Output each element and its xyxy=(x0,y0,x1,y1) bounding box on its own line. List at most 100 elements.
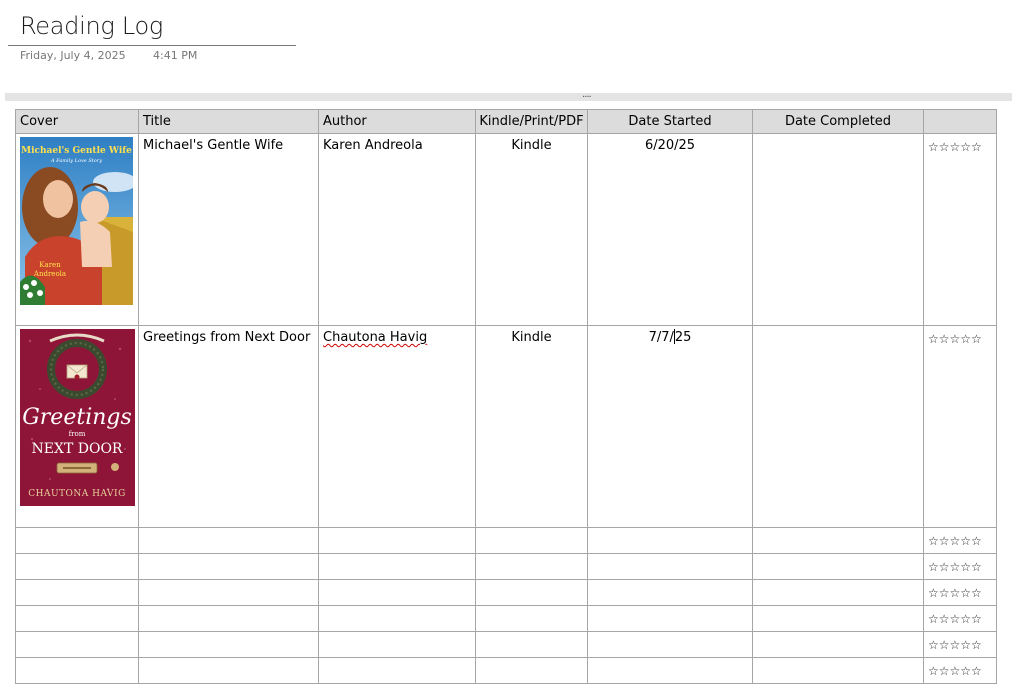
author-cell[interactable]: Karen Andreola xyxy=(318,133,476,326)
format-cell[interactable]: Kindle xyxy=(475,325,588,528)
page-date: Friday, July 4, 2025 xyxy=(20,49,126,62)
book-format: Kindle xyxy=(511,138,552,153)
author-cell[interactable] xyxy=(318,527,476,554)
format-cell[interactable] xyxy=(475,605,588,632)
note-container-bar[interactable]: .... xyxy=(5,90,1012,101)
author-cell[interactable] xyxy=(318,553,476,580)
book-title: Michael's Gentle Wife xyxy=(143,138,284,153)
rating-cell[interactable]: ☆☆☆☆☆ xyxy=(923,325,997,528)
author-cell[interactable]: Chautona Havig xyxy=(318,325,476,528)
author-cell[interactable] xyxy=(318,631,476,658)
cover-title-line3: NEXT DOOR xyxy=(32,441,123,457)
star-rating[interactable]: ☆☆☆☆☆ xyxy=(925,327,996,349)
table-row-empty: ☆☆☆☆☆ xyxy=(15,553,997,580)
reading-log-table: Cover Title Author Kindle/Print/PDF Date… xyxy=(15,109,997,684)
cover-author-text: CHAUTONA HAVIG xyxy=(28,489,126,499)
format-cell[interactable] xyxy=(475,579,588,606)
table-row: Greetings from NEXT DOOR CHAUTONA HAVIG … xyxy=(15,325,997,528)
cover-cell[interactable] xyxy=(15,527,139,554)
table-row-empty: ☆☆☆☆☆ xyxy=(15,605,997,632)
container-drag-handle[interactable]: .... xyxy=(582,90,592,100)
star-rating[interactable]: ☆☆☆☆☆ xyxy=(925,607,996,629)
date-started-cell[interactable] xyxy=(587,579,753,606)
format-cell[interactable] xyxy=(475,527,588,554)
format-cell[interactable] xyxy=(475,553,588,580)
date-completed-cell[interactable] xyxy=(752,553,924,580)
title-cell[interactable] xyxy=(138,579,319,606)
title-cell[interactable]: Michael's Gentle Wife xyxy=(138,133,319,326)
cover-cell[interactable] xyxy=(15,631,139,658)
format-cell[interactable] xyxy=(475,631,588,658)
cover-author-first: Karen xyxy=(39,261,61,269)
page-time: 4:41 PM xyxy=(153,49,198,62)
title-cell[interactable]: Greetings from Next Door xyxy=(138,325,319,528)
table-row-empty: ☆☆☆☆☆ xyxy=(15,631,997,658)
author-cell[interactable] xyxy=(318,579,476,606)
header-date-started[interactable]: Date Started xyxy=(587,109,753,134)
date-completed-cell[interactable] xyxy=(752,631,924,658)
cover-cell[interactable] xyxy=(15,605,139,632)
star-rating[interactable]: ☆☆☆☆☆ xyxy=(925,659,996,681)
rating-cell[interactable]: ☆☆☆☆☆ xyxy=(923,605,997,632)
header-cover[interactable]: Cover xyxy=(15,109,139,134)
date-started-cell[interactable] xyxy=(587,553,753,580)
rating-cell[interactable]: ☆☆☆☆☆ xyxy=(923,579,997,606)
table-row-empty: ☆☆☆☆☆ xyxy=(15,527,997,554)
book-author: Chautona Havig xyxy=(323,330,428,345)
rating-cell[interactable]: ☆☆☆☆☆ xyxy=(923,133,997,326)
book-cover-michaels-gentle-wife[interactable]: Michael's Gentle Wife A Family Love Stor… xyxy=(20,137,137,305)
date-completed-cell[interactable] xyxy=(752,133,924,326)
header-row: Cover Title Author Kindle/Print/PDF Date… xyxy=(15,109,997,134)
book-author: Karen Andreola xyxy=(323,138,423,153)
rating-cell[interactable]: ☆☆☆☆☆ xyxy=(923,553,997,580)
format-cell[interactable]: Kindle xyxy=(475,133,588,326)
rating-cell[interactable]: ☆☆☆☆☆ xyxy=(923,527,997,554)
star-rating[interactable]: ☆☆☆☆☆ xyxy=(925,633,996,655)
date-started-part-2: 25 xyxy=(674,330,692,345)
book-cover-greetings-from-next-door[interactable]: Greetings from NEXT DOOR CHAUTONA HAVIG xyxy=(20,329,135,506)
page-title[interactable]: Reading Log xyxy=(20,12,163,40)
title-cell[interactable] xyxy=(138,631,319,658)
date-started-part-1: 7/7/ xyxy=(648,330,674,345)
header-date-completed[interactable]: Date Completed xyxy=(752,109,924,134)
title-underline xyxy=(8,45,296,46)
star-rating[interactable]: ☆☆☆☆☆ xyxy=(925,135,996,157)
table-row-empty: ☆☆☆☆☆ xyxy=(15,579,997,606)
star-rating[interactable]: ☆☆☆☆☆ xyxy=(925,581,996,603)
title-cell[interactable] xyxy=(138,527,319,554)
author-cell[interactable] xyxy=(318,605,476,632)
date-completed-cell[interactable] xyxy=(752,527,924,554)
header-format[interactable]: Kindle/Print/PDF xyxy=(475,109,588,134)
header-author[interactable]: Author xyxy=(318,109,476,134)
cover-cell[interactable]: Greetings from NEXT DOOR CHAUTONA HAVIG xyxy=(15,325,139,528)
header-rating[interactable] xyxy=(923,109,997,134)
date-completed-cell[interactable] xyxy=(752,325,924,528)
cover-title-text: Michael's Gentle Wife xyxy=(21,146,132,156)
book-title: Greetings from Next Door xyxy=(143,330,311,345)
date-started-cell[interactable] xyxy=(587,631,753,658)
date-completed-cell[interactable] xyxy=(752,579,924,606)
book-date-started[interactable]: 7/7/25 xyxy=(589,327,752,347)
cover-cell[interactable] xyxy=(15,579,139,606)
title-cell[interactable] xyxy=(138,605,319,632)
book-date-completed xyxy=(754,135,923,138)
cover-cell[interactable] xyxy=(15,553,139,580)
title-cell[interactable] xyxy=(138,553,319,580)
table-row: Michael's Gentle Wife A Family Love Stor… xyxy=(15,133,997,326)
cover-author-last: Andreola xyxy=(33,270,66,278)
star-rating[interactable]: ☆☆☆☆☆ xyxy=(925,555,996,577)
cover-cell[interactable]: Michael's Gentle Wife A Family Love Stor… xyxy=(15,133,139,326)
book-date-started: 6/20/25 xyxy=(644,138,696,153)
header-title[interactable]: Title xyxy=(138,109,319,134)
star-rating[interactable]: ☆☆☆☆☆ xyxy=(925,529,996,551)
date-started-cell[interactable]: 7/7/25 xyxy=(587,325,753,528)
date-started-cell[interactable] xyxy=(587,527,753,554)
book-date-completed xyxy=(754,327,923,330)
cover-title-line1: Greetings xyxy=(22,405,132,430)
cover-subtitle-text: A Family Love Story xyxy=(50,158,102,164)
date-started-cell[interactable]: 6/20/25 xyxy=(587,133,753,326)
cover-title-line2: from xyxy=(69,430,86,438)
rating-cell[interactable]: ☆☆☆☆☆ xyxy=(923,631,997,658)
date-started-cell[interactable] xyxy=(587,605,753,632)
date-completed-cell[interactable] xyxy=(752,605,924,632)
